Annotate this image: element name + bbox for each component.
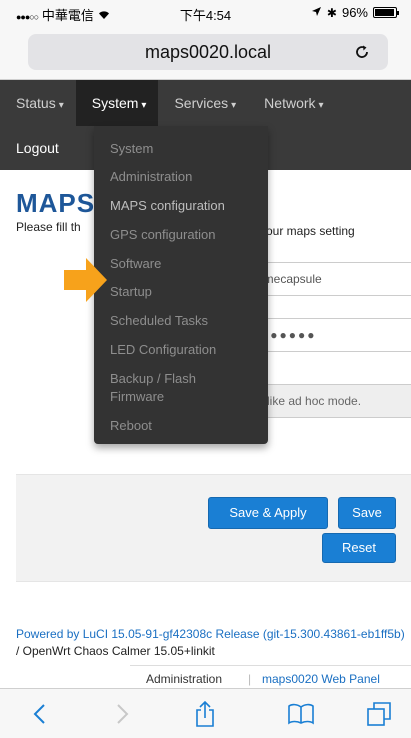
nav-network[interactable]: Network ▾	[248, 80, 335, 126]
form-actions: Save & Apply Save Reset	[16, 474, 411, 582]
back-icon[interactable]	[24, 699, 54, 729]
menu-item-administration[interactable]: Administration	[110, 169, 192, 184]
caret-down-icon: ▾	[141, 100, 147, 111]
ssid-value: imecapsule	[261, 272, 322, 286]
nav-system-label: System	[91, 95, 139, 111]
menu-item-maps-configuration[interactable]: MAPS configuration	[110, 198, 225, 213]
battery-percent: 96%	[341, 5, 368, 20]
bookmarks-icon[interactable]	[286, 699, 316, 729]
nav-system[interactable]: System ▾	[75, 80, 159, 126]
menu-item-startup[interactable]: Startup	[110, 284, 152, 299]
nav-status-label: Status	[16, 95, 56, 111]
url-field[interactable]: maps0020.local	[28, 34, 388, 70]
forward-icon[interactable]	[108, 699, 138, 729]
url-text: maps0020.local	[144, 42, 272, 62]
nav-status[interactable]: Status ▾	[0, 80, 76, 126]
reload-icon[interactable]	[353, 34, 371, 70]
page-title: MAPS	[16, 188, 96, 218]
menu-item-gps-configuration[interactable]: GPS configuration	[110, 227, 216, 242]
status-bar: ●●●○○ 中華電信 下午4:54 ✱ 96%	[0, 0, 411, 24]
nav-services-label: Services	[174, 95, 229, 111]
page-description-start: Please fill th	[16, 220, 81, 234]
tabs-icon[interactable]	[364, 699, 394, 729]
system-dropdown-menu: System Administration MAPS configuration…	[94, 126, 268, 444]
password-value: ●●●●●●	[261, 328, 317, 342]
nav-network-label: Network	[264, 95, 316, 111]
browser-toolbar	[0, 688, 411, 738]
battery-icon	[373, 7, 399, 18]
footer-breadcrumb: Administration | maps0020 Web Panel	[130, 665, 411, 688]
mode-select[interactable]: l like ad hoc mode.	[250, 384, 411, 418]
breadcrumb-separator: |	[248, 672, 252, 686]
share-icon[interactable]	[190, 699, 220, 729]
menu-item-led-configuration[interactable]: LED Configuration	[110, 342, 216, 357]
footer: Powered by LuCI 15.05-91-gf42308c Releas…	[16, 626, 406, 660]
password-input[interactable]: ●●●●●●	[250, 318, 411, 352]
openwrt-version: / OpenWrt Chaos Calmer 15.05+linkit	[16, 644, 215, 658]
reset-button[interactable]: Reset	[322, 533, 396, 563]
save-button[interactable]: Save	[338, 497, 396, 529]
save-apply-button[interactable]: Save & Apply	[208, 497, 328, 529]
nav-logout[interactable]: Logout	[0, 126, 75, 170]
luci-link[interactable]: Powered by LuCI 15.05-91-gf42308c Releas…	[16, 627, 405, 641]
location-icon	[311, 5, 322, 20]
menu-item-firmware[interactable]: Firmware	[110, 389, 164, 404]
caret-down-icon: ▾	[231, 100, 237, 111]
caret-down-icon: ▾	[318, 100, 324, 111]
page-description-end: our maps setting	[266, 224, 355, 238]
menu-item-system[interactable]: System	[110, 141, 153, 156]
address-bar: maps0020.local	[0, 24, 411, 80]
mode-value: l like ad hoc mode.	[261, 394, 362, 408]
menu-item-backup-flash[interactable]: Backup / Flash	[110, 371, 196, 386]
breadcrumb-web-panel[interactable]: maps0020 Web Panel	[262, 666, 380, 688]
web-page: Status ▾ System ▾ Services ▾ Network ▾ Logou…	[0, 80, 411, 688]
nav-services[interactable]: Services ▾	[158, 80, 248, 126]
menu-item-scheduled-tasks[interactable]: Scheduled Tasks	[110, 313, 208, 328]
arrow-pointer-icon	[64, 258, 107, 302]
status-right: ✱ 96%	[311, 5, 399, 20]
menu-item-software[interactable]: Software	[110, 256, 161, 271]
ssid-input[interactable]: imecapsule	[250, 262, 411, 296]
breadcrumb-administration[interactable]: Administration	[146, 666, 222, 688]
bluetooth-icon: ✱	[326, 5, 337, 20]
caret-down-icon: ▾	[58, 100, 64, 111]
menu-item-reboot[interactable]: Reboot	[110, 418, 152, 433]
